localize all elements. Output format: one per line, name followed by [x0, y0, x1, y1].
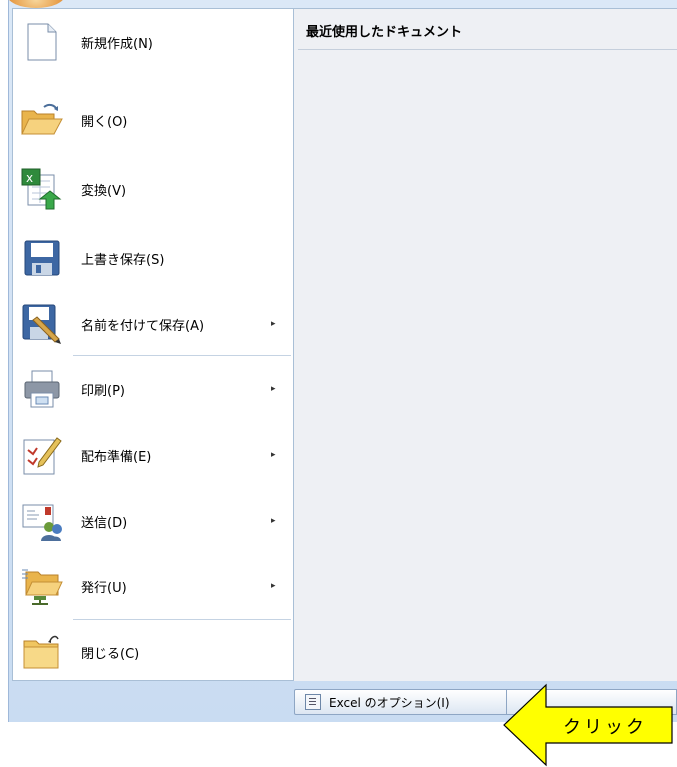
- send-icon: [17, 496, 67, 546]
- new-document-icon: [17, 17, 67, 67]
- menu-item-label: 変換(V): [81, 183, 127, 199]
- close-folder-icon: [17, 627, 67, 677]
- recent-documents-panel: 最近使用したドキュメント: [294, 8, 677, 681]
- menu-item-label: 発行(U): [81, 580, 127, 596]
- menu-item-label: 名前を付けて保存(A): [81, 318, 205, 334]
- submenu-arrow-icon: ▸: [271, 450, 276, 460]
- submenu-arrow-icon: ▸: [271, 581, 276, 591]
- excel-options-button[interactable]: Excel のオプション(I): [294, 689, 508, 715]
- open-folder-icon: [17, 95, 67, 145]
- menu-item-label: 閉じる(C): [81, 646, 140, 662]
- callout-text: クリック: [563, 717, 647, 738]
- menu-item-open[interactable]: 開く(O): [13, 95, 293, 145]
- menu-item-label: 開く(O): [81, 114, 128, 130]
- menu-item-label: 送信(D): [81, 515, 128, 531]
- office-button[interactable]: [7, 0, 65, 8]
- menu-item-label: 配布準備(E): [81, 449, 152, 465]
- recent-title-underline: [298, 49, 677, 50]
- menu-item-label: 上書き保存(S): [81, 252, 165, 268]
- menu-item-convert[interactable]: x 変換(V): [13, 164, 293, 214]
- publish-folder-icon: [17, 561, 67, 611]
- menu-item-label: 印刷(P): [81, 383, 125, 399]
- options-icon: [305, 694, 321, 710]
- submenu-arrow-icon: ▸: [271, 319, 276, 329]
- submenu-arrow-icon: ▸: [271, 384, 276, 394]
- menu-item-send[interactable]: 送信(D) ▸: [13, 496, 293, 546]
- menu-separator: [73, 619, 291, 620]
- printer-icon: [17, 364, 67, 414]
- menu-item-close[interactable]: 閉じる(C): [13, 627, 293, 677]
- svg-text:x: x: [26, 171, 33, 185]
- menu-item-label: 新規作成(N): [81, 36, 153, 52]
- office-menu-commands: 新規作成(N) 開く(O) x 変換(V) 上書き保存(S) 名前を付けて保存(…: [12, 8, 294, 681]
- menu-item-save-as[interactable]: 名前を付けて保存(A) ▸: [13, 299, 293, 349]
- menu-item-save[interactable]: 上書き保存(S): [13, 233, 293, 283]
- menu-item-prepare[interactable]: 配布準備(E) ▸: [13, 430, 293, 480]
- save-disk-icon: [17, 233, 67, 283]
- convert-excel-icon: x: [17, 164, 67, 214]
- menu-item-publish[interactable]: 発行(U) ▸: [13, 561, 293, 611]
- recent-documents-title: 最近使用したドキュメント: [306, 25, 463, 40]
- menu-item-print[interactable]: 印刷(P) ▸: [13, 364, 293, 414]
- excel-options-label: Excel のオプション(I): [329, 695, 450, 710]
- prepare-document-icon: [17, 430, 67, 480]
- menu-item-new[interactable]: 新規作成(N): [13, 17, 293, 67]
- submenu-arrow-icon: ▸: [271, 516, 276, 526]
- menu-separator: [73, 355, 291, 356]
- save-as-icon: [17, 299, 67, 349]
